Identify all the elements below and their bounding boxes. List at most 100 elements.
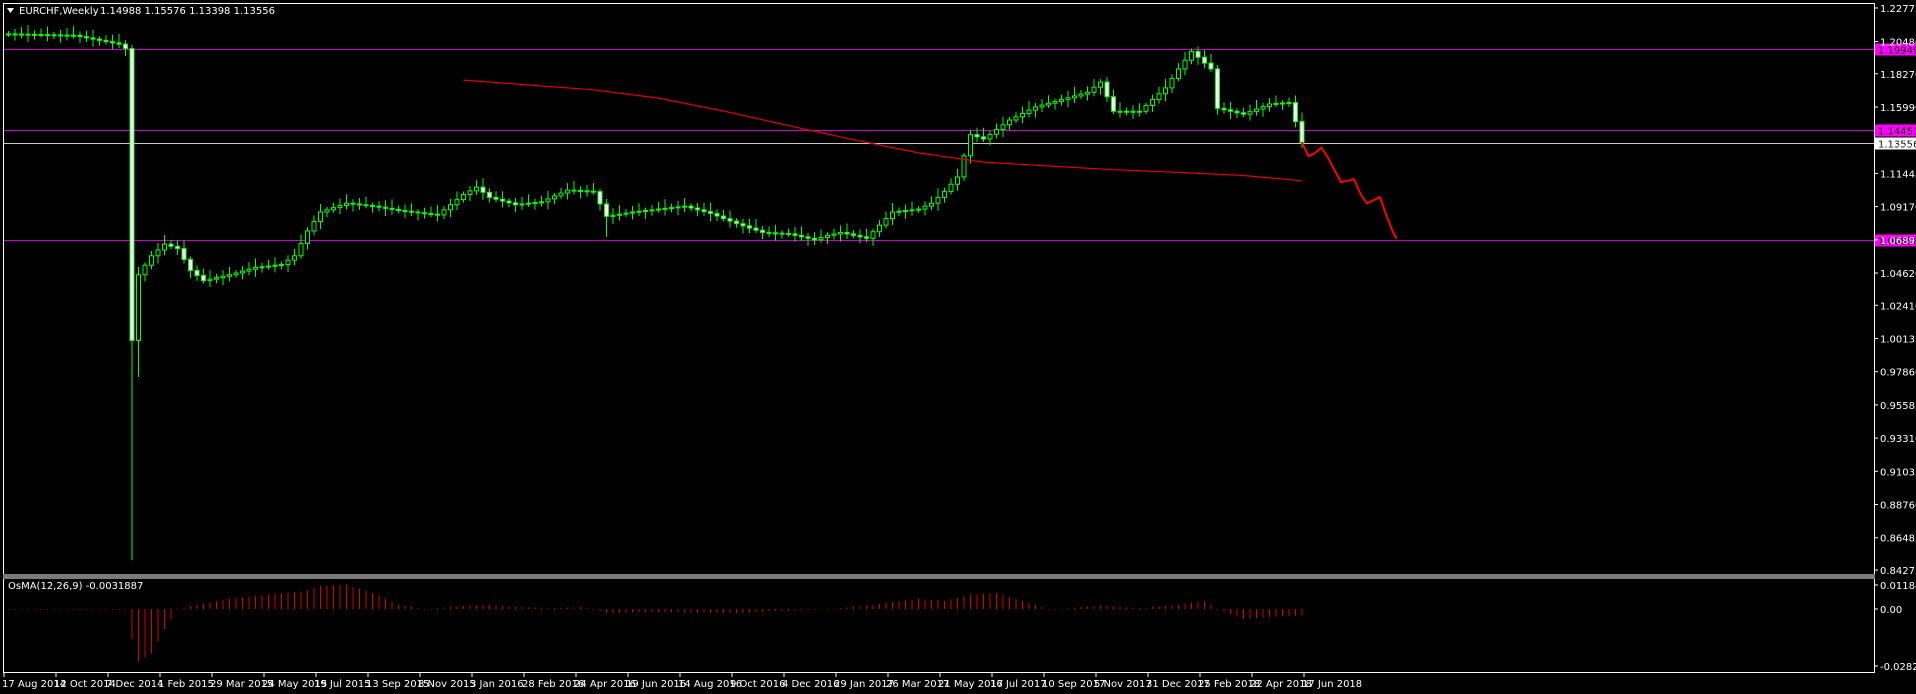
candle-body <box>1228 109 1233 112</box>
candle-body <box>201 274 206 282</box>
candle-body <box>877 224 882 233</box>
chart-canvas: 1.199491.144511.068581.13556 1.227751.20… <box>0 0 1916 694</box>
candle-body <box>903 210 908 213</box>
price-tick-label: 0.86485 <box>1880 534 1916 545</box>
candle-body <box>1273 102 1279 105</box>
candle-body <box>812 237 817 241</box>
candle-body <box>1020 112 1025 118</box>
price-tick-label: 0.91035 <box>1880 467 1916 478</box>
candle-body <box>370 204 375 207</box>
candle-body <box>116 42 122 45</box>
candle-body <box>90 37 96 40</box>
candle-body <box>792 233 798 236</box>
candle-body <box>747 225 752 229</box>
time-tick-label: 17 Jun 2018 <box>1302 679 1362 690</box>
candle-body <box>38 33 44 36</box>
candle-body <box>1078 93 1084 97</box>
candle-body <box>149 255 154 266</box>
price-tick-label: 1.06895 <box>1880 236 1916 247</box>
candle-body <box>1195 50 1201 58</box>
candle-body <box>636 210 642 213</box>
candle-body <box>591 190 596 193</box>
candle-body <box>994 129 999 135</box>
candle-body <box>142 264 148 276</box>
candle-body <box>1000 124 1006 131</box>
candle-body <box>1260 106 1266 110</box>
price-tick-label: 1.22775 <box>1880 4 1916 15</box>
candle-body <box>207 278 213 282</box>
candle-body <box>805 236 811 239</box>
candle-body <box>285 259 291 266</box>
candle-body <box>1046 102 1051 106</box>
candle-body <box>1052 100 1058 104</box>
candle-body <box>662 207 668 210</box>
candle-body <box>253 266 258 270</box>
price-tick-label: 1.20480 <box>1880 38 1916 49</box>
candle-body <box>883 218 889 226</box>
time-tick-label: 16 Jul 2017 <box>990 679 1047 690</box>
ohlc-values: 1.14988 1.15576 1.13398 1.13556 <box>100 6 275 17</box>
candle-body <box>175 245 180 249</box>
candle-body <box>474 186 479 192</box>
price-tick-label: 1.02410 <box>1880 301 1916 312</box>
candle-body <box>753 227 759 231</box>
price-tick-label: 1.00135 <box>1880 334 1916 345</box>
candle-body <box>441 209 447 216</box>
candle-body <box>1059 99 1064 102</box>
candle-body <box>526 202 531 205</box>
candle-body <box>324 209 330 213</box>
chart-header: EURCHF,Weekly 1.14988 1.15576 1.13398 1.… <box>7 6 275 17</box>
candle-body <box>1150 99 1155 106</box>
time-tick-label: 3 Jan 2016 <box>470 679 524 690</box>
candle-body <box>1130 110 1136 113</box>
candle-body <box>1026 109 1032 114</box>
price-tick-label: 0.84275 <box>1880 566 1916 577</box>
candle-body <box>136 274 141 341</box>
candle-body <box>45 34 50 37</box>
candle-body <box>688 205 694 209</box>
time-tick-label: 29 Jan 2017 <box>834 679 894 690</box>
candle-body <box>448 204 453 211</box>
candle-body <box>32 33 37 36</box>
candle-body <box>363 204 369 207</box>
candle-body <box>467 190 473 195</box>
time-tick-label: 5 Nov 2017 <box>1094 679 1152 690</box>
candle-body <box>25 33 31 36</box>
candle-body <box>935 196 941 204</box>
candle-body <box>227 274 232 277</box>
candle-body <box>344 202 349 206</box>
candle-body <box>409 210 414 213</box>
candle-body <box>727 218 733 222</box>
candle-body <box>623 212 629 215</box>
candle-body <box>233 272 239 276</box>
candle-body <box>617 213 622 216</box>
candle-body <box>955 176 960 185</box>
candle-body <box>383 206 388 209</box>
candle-body <box>1169 77 1175 89</box>
candle-body <box>71 34 76 37</box>
level-tag-label: 1.14451 <box>1878 127 1916 138</box>
price-tick-label: 1.18270 <box>1880 70 1916 81</box>
candle-body <box>773 232 778 235</box>
candle-body <box>435 213 440 216</box>
price-tick-label: 1.04620 <box>1880 269 1916 280</box>
candle-body <box>1098 81 1103 88</box>
osma-tick-label: 0.00 <box>1880 605 1902 616</box>
candle-body <box>643 210 648 213</box>
candle-body <box>1189 50 1194 61</box>
time-tick-label: 1 Feb 2015 <box>158 679 214 690</box>
candle-body <box>890 211 895 220</box>
candle-body <box>1221 107 1227 111</box>
pane-splitter[interactable] <box>3 574 1875 579</box>
candle-body <box>318 211 323 222</box>
candle-body <box>1234 110 1240 114</box>
chart-background <box>0 0 1916 694</box>
osma-tick-label: 0.011845 <box>1880 581 1916 592</box>
candle-body <box>110 41 115 44</box>
candle-body <box>1182 59 1188 70</box>
candle-body <box>929 202 934 207</box>
candle-body <box>532 202 538 205</box>
candle-body <box>396 208 401 212</box>
candle-body <box>259 266 265 269</box>
candle-body <box>799 234 804 238</box>
